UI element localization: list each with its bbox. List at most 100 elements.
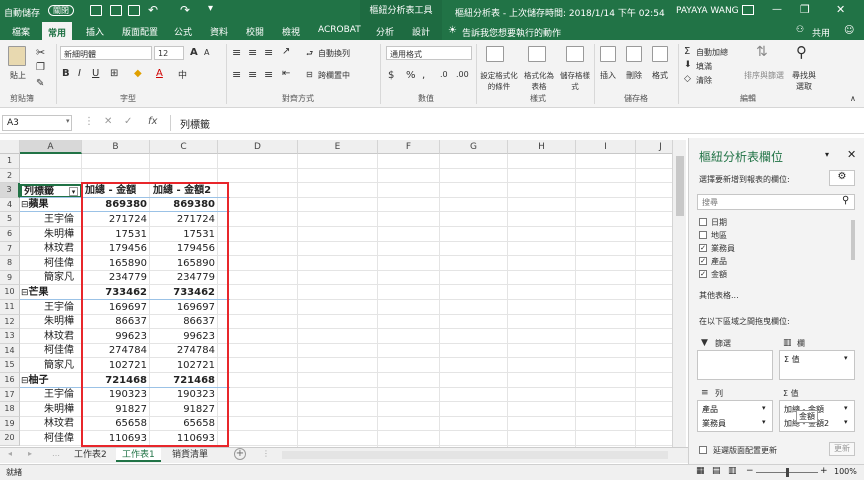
tab-review[interactable]: 校閱 bbox=[246, 25, 264, 38]
group-label[interactable]: ⊟芒果 bbox=[21, 286, 81, 300]
chevron-down-icon[interactable]: ▾ bbox=[762, 418, 766, 426]
delete-cells-icon[interactable] bbox=[626, 46, 642, 62]
collapse-icon[interactable]: ⊟ bbox=[21, 200, 29, 210]
column-header-e[interactable]: E bbox=[298, 140, 378, 154]
column-header-h[interactable]: H bbox=[508, 140, 576, 154]
column-header-d[interactable]: D bbox=[218, 140, 298, 154]
add-sheet-button[interactable]: + bbox=[234, 448, 246, 460]
row-header[interactable]: 5 bbox=[0, 212, 20, 227]
conditional-format-icon[interactable] bbox=[486, 46, 504, 62]
row-header[interactable]: 4 bbox=[0, 197, 20, 213]
customize-qat-icon[interactable]: ▾ bbox=[208, 3, 213, 14]
decrease-decimal-icon[interactable]: .00 bbox=[456, 70, 469, 79]
tab-design[interactable]: 設計 bbox=[412, 25, 430, 38]
more-tables-link[interactable]: 其他表格... bbox=[699, 290, 739, 301]
cut-icon[interactable]: ✂ bbox=[36, 46, 45, 59]
column-header-j[interactable]: J bbox=[636, 140, 672, 154]
rows-area[interactable]: 產品 ▾ 業務員 ▾ bbox=[697, 400, 773, 432]
conditional-format-button[interactable]: 設定格式化的條件 bbox=[480, 70, 518, 92]
italic-button[interactable]: I bbox=[78, 68, 81, 79]
paste-icon[interactable] bbox=[8, 46, 26, 66]
row-header[interactable]: 9 bbox=[0, 270, 20, 286]
select-all-corner[interactable] bbox=[0, 140, 20, 154]
find-select-icon[interactable]: ⚲ bbox=[796, 43, 807, 61]
format-cells-button[interactable]: 格式 bbox=[652, 70, 668, 81]
fill-color-icon[interactable]: ◆ bbox=[134, 68, 142, 79]
field-checkbox[interactable]: ✓ bbox=[699, 257, 707, 265]
fill-button[interactable]: 填滿 bbox=[696, 61, 712, 72]
sort-filter-button[interactable]: 排序與篩選 bbox=[744, 70, 784, 81]
field-label[interactable]: 業務員 bbox=[711, 243, 735, 254]
chevron-down-icon[interactable]: ▾ bbox=[844, 418, 848, 426]
align-right-icon[interactable]: ≡ bbox=[264, 68, 273, 81]
cell-styles-button[interactable]: 儲存格樣式 bbox=[560, 70, 590, 92]
pane-options-icon[interactable]: ▾ bbox=[825, 150, 829, 159]
column-header-a[interactable]: A bbox=[20, 140, 82, 154]
values-area[interactable]: 加總 - 金額 ▾ 加總 - 金額2 ▾ 金額 bbox=[779, 400, 855, 432]
rows-item-product[interactable]: 產品 bbox=[702, 404, 718, 415]
redo-icon[interactable]: ↷ bbox=[180, 3, 190, 17]
align-left-icon[interactable]: ≡ bbox=[232, 68, 241, 81]
align-top-icon[interactable]: ≡ bbox=[232, 46, 241, 59]
minimize-button[interactable]: — bbox=[772, 4, 782, 15]
row-header[interactable]: 18 bbox=[0, 402, 20, 417]
copy-icon[interactable]: ❐ bbox=[36, 62, 45, 73]
align-bottom-icon[interactable]: ≡ bbox=[264, 46, 273, 59]
orientation-icon[interactable]: ↗ bbox=[282, 46, 290, 57]
tab-file[interactable]: 檔案 bbox=[12, 25, 30, 38]
currency-button[interactable]: $ bbox=[388, 70, 394, 81]
row-header[interactable]: 20 bbox=[0, 431, 20, 446]
column-header-f[interactable]: F bbox=[378, 140, 440, 154]
row-header[interactable]: 11 bbox=[0, 300, 20, 315]
pane-close-button[interactable]: ✕ bbox=[847, 148, 856, 161]
horizontal-scrollbar[interactable] bbox=[282, 451, 668, 459]
row-header[interactable]: 14 bbox=[0, 343, 20, 359]
gear-icon[interactable]: ⚙ bbox=[829, 170, 855, 186]
wrap-text-button[interactable]: 自動換列 bbox=[318, 48, 350, 59]
defer-update-checkbox[interactable] bbox=[699, 446, 707, 454]
tell-me-box[interactable]: 告訴我您想要執行的動作 bbox=[462, 26, 561, 39]
find-select-button[interactable]: 尋找與選取 bbox=[790, 70, 818, 92]
paste-button[interactable]: 貼上 bbox=[10, 70, 26, 81]
row-header[interactable]: 15 bbox=[0, 358, 20, 373]
row-header[interactable]: 17 bbox=[0, 387, 20, 403]
tab-analyze[interactable]: 分析 bbox=[376, 25, 394, 38]
ribbon-display-icon[interactable] bbox=[742, 5, 754, 15]
row-header[interactable]: 6 bbox=[0, 227, 20, 242]
percent-button[interactable]: % bbox=[406, 70, 416, 81]
name-box-dropdown-icon[interactable]: ▾ bbox=[66, 117, 70, 125]
tab-acrobat[interactable]: ACROBAT bbox=[318, 25, 361, 35]
zoom-thumb[interactable] bbox=[786, 468, 789, 477]
restore-button[interactable]: ❐ bbox=[800, 3, 810, 16]
sheet-tab[interactable]: 销貨清單 bbox=[166, 448, 214, 462]
name-box[interactable]: A3 bbox=[2, 115, 72, 131]
format-cells-icon[interactable] bbox=[652, 46, 668, 62]
confirm-entry-button[interactable]: ✓ bbox=[124, 116, 132, 127]
tab-view[interactable]: 檢視 bbox=[282, 25, 300, 38]
group-label[interactable]: ⊟蘋果 bbox=[21, 198, 81, 212]
row-header[interactable]: 2 bbox=[0, 168, 20, 184]
next-sheet-icon[interactable]: ▸ bbox=[28, 449, 32, 458]
underline-button[interactable]: U bbox=[92, 68, 99, 79]
vertical-scrollbar[interactable] bbox=[672, 140, 686, 448]
field-checkbox[interactable]: ✓ bbox=[699, 270, 707, 278]
collapse-icon[interactable]: ⊟ bbox=[21, 288, 29, 298]
columns-area[interactable]: Σ 值 ▾ bbox=[779, 350, 855, 380]
column-header-b[interactable]: B bbox=[82, 140, 150, 154]
row-header[interactable]: 13 bbox=[0, 329, 20, 344]
comma-button[interactable]: , bbox=[422, 70, 425, 81]
collapse-icon[interactable]: ⊟ bbox=[21, 376, 29, 386]
row-header[interactable]: 3 bbox=[0, 183, 20, 198]
cancel-entry-button[interactable]: ✕ bbox=[104, 116, 112, 127]
insert-cells-icon[interactable] bbox=[600, 46, 616, 62]
sort-filter-icon[interactable]: ⇅ bbox=[756, 44, 768, 60]
autosum-button[interactable]: 自動加總 bbox=[696, 47, 728, 58]
cell-styles-icon[interactable] bbox=[566, 46, 584, 62]
indent-icon[interactable]: ⇤ bbox=[282, 68, 290, 79]
scrollbar-thumb[interactable] bbox=[676, 156, 684, 216]
table-icon[interactable] bbox=[110, 5, 122, 16]
sheet-tab[interactable]: 工作表2 bbox=[68, 448, 113, 462]
clear-button[interactable]: 清除 bbox=[696, 75, 712, 86]
normal-view-icon[interactable]: ▦ bbox=[696, 466, 705, 476]
row-header[interactable]: 19 bbox=[0, 416, 20, 432]
